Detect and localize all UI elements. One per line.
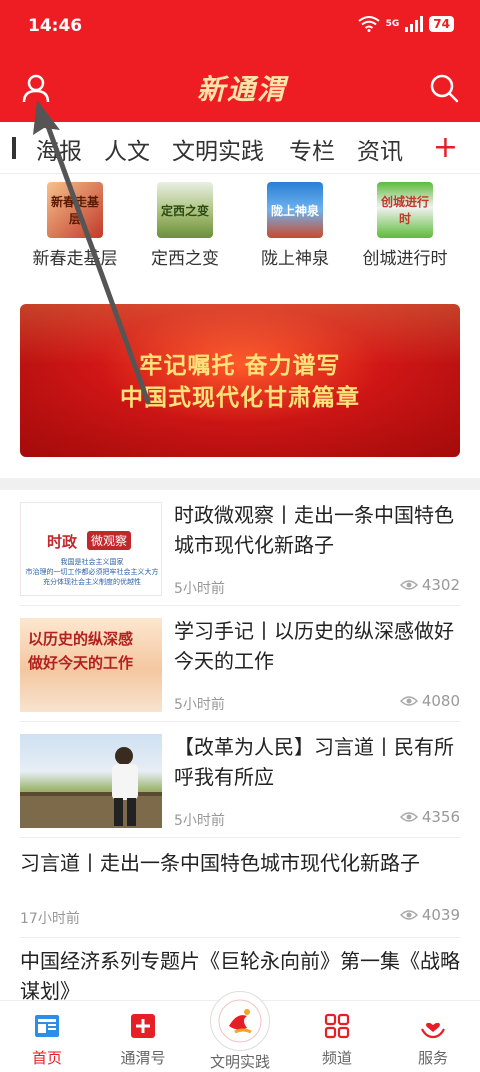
views-count: 4302: [421, 576, 460, 594]
quick-label: 新春走基层: [32, 249, 118, 269]
tab-zhuanlan[interactable]: 专栏: [289, 132, 335, 166]
wifi-icon: [358, 16, 380, 32]
tab-renwen[interactable]: 人文: [104, 132, 150, 166]
tab-home[interactable]: 首页: [12, 1013, 82, 1068]
quick-label: 陇上神泉: [261, 249, 329, 269]
news-title: 【改革为人民】习言道丨民有所呼我有所应: [174, 735, 454, 789]
signal-icon: [405, 16, 424, 32]
tab-wenming-center[interactable]: 文明实践: [205, 991, 275, 1072]
news-thumbnail: 时政 微观察 我国是社会主义国家 市治理的一切工作都必须把牢社会主义大方 充分体…: [20, 502, 162, 596]
app-logo: 新通渭: [196, 73, 287, 106]
add-channel-button[interactable]: +: [433, 130, 458, 165]
tab-wenming[interactable]: 文明实践: [172, 132, 264, 166]
status-bar: 14:46 5G 74: [0, 0, 480, 56]
news-item[interactable]: 时政 微观察 我国是社会主义国家 市治理的一切工作都必须把牢社会主义大方 充分体…: [20, 490, 460, 606]
thumb-title-a: 时政: [47, 533, 78, 551]
news-thumbnail: [20, 734, 162, 828]
quick-thumb: 陇上神泉: [267, 182, 323, 238]
quick-thumb: 定西之变: [157, 182, 213, 238]
tab-haibao[interactable]: 海报: [36, 132, 82, 166]
tab-label: 服务: [417, 1049, 448, 1067]
bottom-tab-bar: 首页 通渭号 文明实践 频道 服务: [0, 991, 480, 1072]
views-count: 4356: [421, 808, 460, 826]
quick-label: 定西之变: [151, 249, 219, 269]
news-title: 时政微观察丨走出一条中国特色城市现代化新路子: [174, 503, 454, 557]
status-icons: 5G 74: [358, 16, 454, 32]
news-views: 4039: [399, 906, 460, 924]
banner-line-1: 牢记嘱托 奋力谱写: [139, 352, 341, 379]
tab-label: 频道: [321, 1049, 352, 1067]
hand-heart-icon: [421, 1022, 445, 1039]
news-item[interactable]: 以历史的纵深感 做好今天的工作 学习手记丨以历史的纵深感做好今天的工作 5小时前…: [20, 606, 460, 722]
tab-zixun[interactable]: 资讯: [357, 132, 403, 166]
user-icon: [22, 74, 50, 103]
quick-thumb: 创城进行时: [377, 182, 433, 238]
plus-square-icon: [131, 1014, 155, 1038]
eye-icon: [399, 696, 418, 706]
quick-thumb: 新春走基层: [47, 182, 103, 238]
tab-services[interactable]: 服务: [398, 1013, 468, 1068]
category-tabs: 海报 人文 文明实践 专栏 资讯 +: [0, 122, 480, 174]
views-count: 4039: [421, 906, 460, 924]
thumb-text: 我国是社会主义国家 市治理的一切工作都必须把牢社会主义大方 充分体现社会主义制度…: [21, 557, 161, 587]
photo-figure: [20, 747, 162, 828]
tab-edge-indicator: [12, 137, 16, 159]
thumb-line-1: 以历史的纵深感: [28, 630, 134, 648]
hero-banner[interactable]: 牢记嘱托 奋力谱写 中国式现代化甘肃篇章: [20, 304, 460, 457]
home-news-icon: [35, 1015, 59, 1037]
quick-entries: 新春走基层 新春走基层 定西之变 定西之变 陇上神泉 陇上神泉 创城进行时 创城…: [0, 178, 480, 269]
news-time: 17小时前: [20, 911, 80, 927]
network-label: 5G: [385, 19, 400, 29]
quick-item-chuangcheng[interactable]: 创城进行时 创城进行时: [350, 182, 460, 269]
quick-item-shenquan[interactable]: 陇上神泉 陇上神泉: [240, 182, 350, 269]
news-thumbnail: 以历史的纵深感 做好今天的工作: [20, 618, 162, 712]
news-title: 习言道丨走出一条中国特色城市现代化新路子: [20, 851, 420, 875]
thumb-text-line: 市治理的一切工作都必须把牢社会主义大方: [25, 568, 159, 576]
grid-icon: [324, 1013, 350, 1039]
search-icon: [430, 74, 459, 103]
news-time: 5小时前: [174, 581, 225, 597]
quick-item-xinchun[interactable]: 新春走基层 新春走基层: [20, 182, 130, 269]
center-emblem: [210, 991, 270, 1051]
news-title: 学习手记丨以历史的纵深感做好今天的工作: [174, 619, 454, 673]
news-views: 4080: [399, 692, 460, 710]
tab-tongweihao[interactable]: 通渭号: [108, 1013, 178, 1068]
status-time: 14:46: [28, 16, 83, 36]
thumb-text-line: 充分体现社会主义制度的优越性: [43, 578, 141, 586]
tab-channels[interactable]: 频道: [302, 1013, 372, 1068]
profile-button[interactable]: [20, 72, 52, 104]
thumb-title-b: 微观察: [87, 531, 132, 550]
news-item[interactable]: 习言道丨走出一条中国特色城市现代化新路子 17小时前 4039: [20, 838, 460, 938]
section-divider: [0, 478, 480, 490]
civilization-emblem-icon: [218, 999, 262, 1043]
eye-icon: [399, 910, 418, 920]
tab-label: 文明实践: [209, 1053, 270, 1071]
news-time: 5小时前: [174, 813, 225, 829]
quick-label: 创城进行时: [362, 249, 448, 269]
eye-icon: [399, 580, 418, 590]
tab-label: 通渭号: [120, 1049, 166, 1067]
news-time: 5小时前: [174, 697, 225, 713]
thumb-text-line: 我国是社会主义国家: [60, 558, 124, 566]
battery-indicator: 74: [429, 16, 454, 32]
eye-icon: [399, 812, 418, 822]
banner-line-2: 中国式现代化甘肃篇章: [120, 384, 360, 411]
tab-label: 首页: [31, 1049, 62, 1067]
search-button[interactable]: [428, 72, 460, 104]
news-views: 4356: [399, 808, 460, 826]
app-header: 新通渭: [0, 56, 480, 122]
news-item[interactable]: 【改革为人民】习言道丨民有所呼我有所应 5小时前 4356: [20, 722, 460, 838]
thumb-line-2: 做好今天的工作: [28, 654, 134, 672]
news-views: 4302: [399, 576, 460, 594]
views-count: 4080: [421, 692, 460, 710]
quick-item-dingxi[interactable]: 定西之变 定西之变: [130, 182, 240, 269]
